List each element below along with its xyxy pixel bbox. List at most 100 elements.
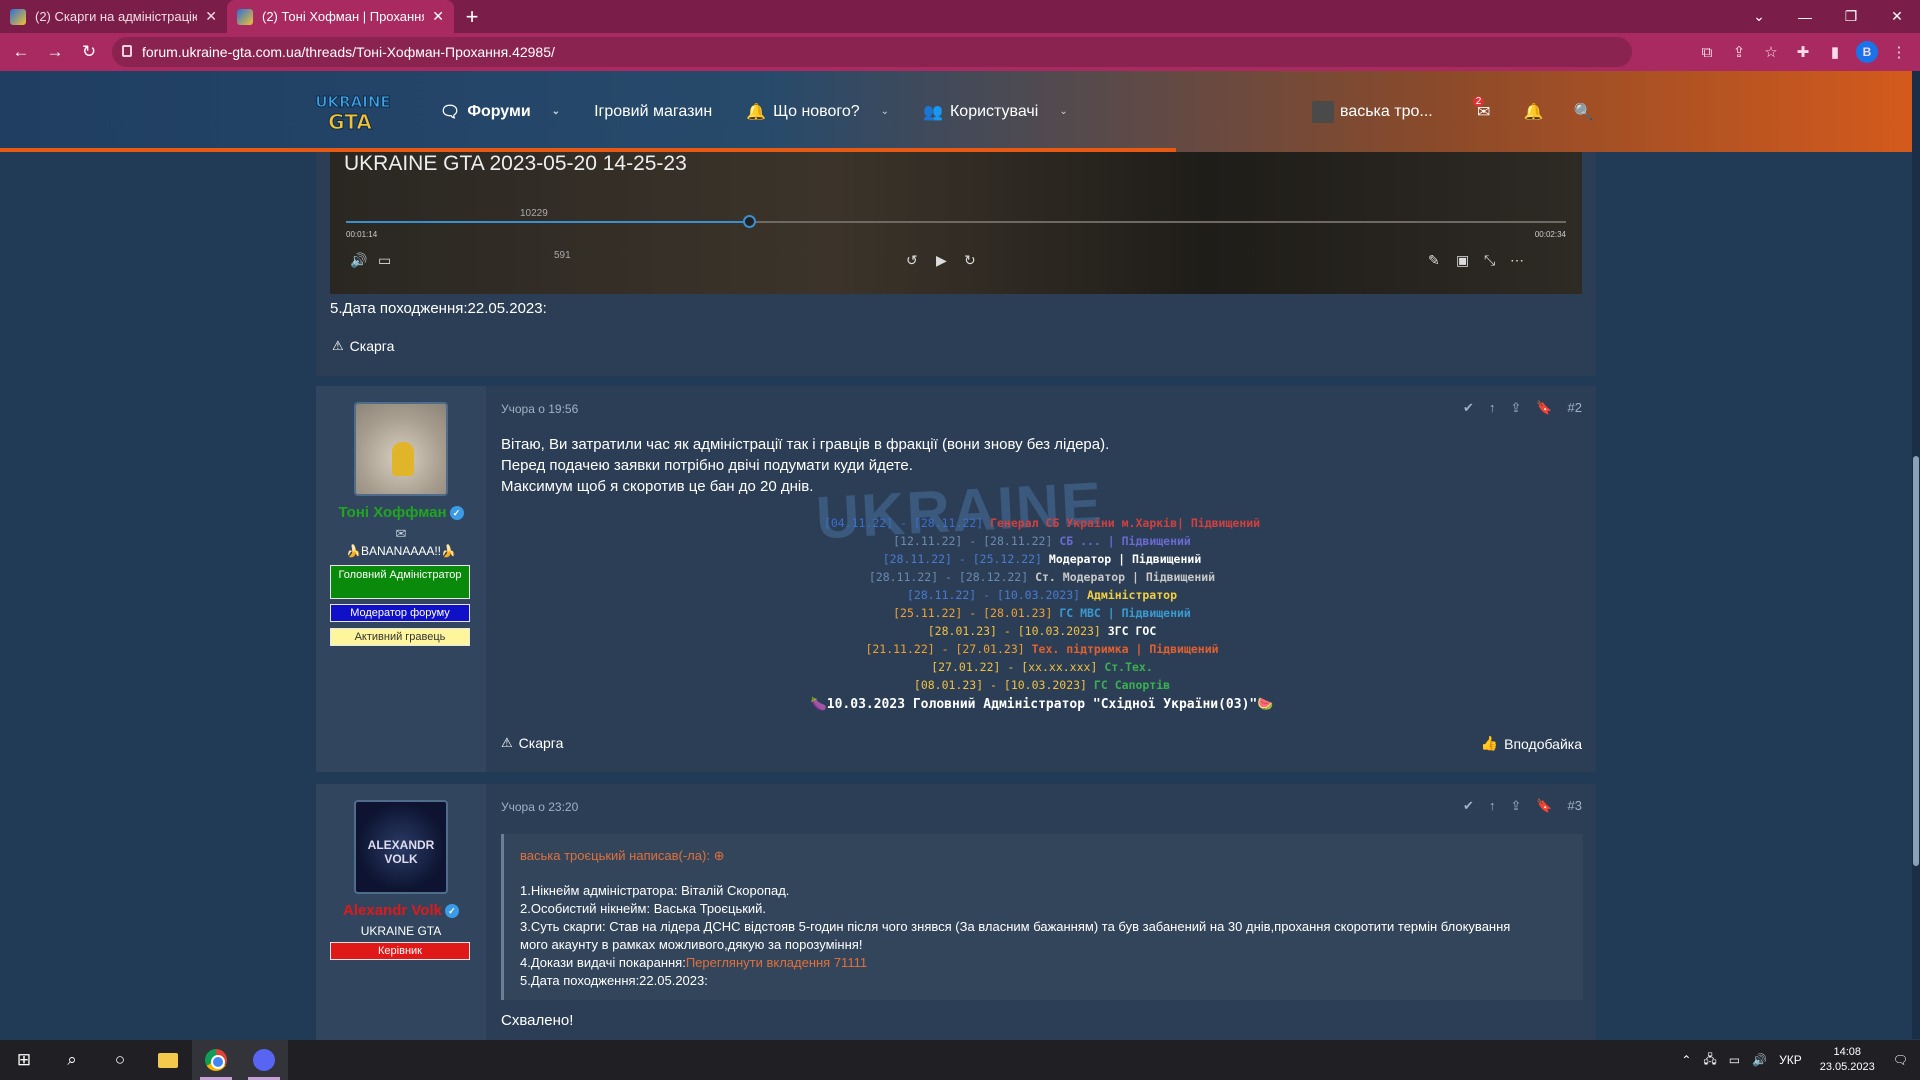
- clock[interactable]: 14:08 23.05.2023: [1820, 1045, 1875, 1075]
- chrome-taskbar-icon[interactable]: [192, 1040, 240, 1080]
- signature-dates: [28.11.22] - [25.12.22]: [882, 552, 1042, 566]
- tray-chevron-up-icon[interactable]: ⌃: [1681, 1053, 1691, 1067]
- network-icon[interactable]: 🖧: [1703, 1050, 1716, 1071]
- avatar[interactable]: ALEXANDR VOLK: [354, 800, 448, 894]
- nav-whats-new[interactable]: 🔔 Що нового? ⌄: [746, 102, 889, 122]
- warning-icon: ⚠: [501, 735, 513, 750]
- profile-avatar[interactable]: B: [1854, 37, 1880, 67]
- post-timestamp[interactable]: Учора о 23:20: [501, 800, 578, 814]
- tab-search-icon[interactable]: ⌄: [1736, 0, 1782, 33]
- close-window-button[interactable]: ✕: [1874, 0, 1920, 33]
- edit-pencil-icon[interactable]: ✎: [1428, 252, 1440, 269]
- upvote-arrow-icon[interactable]: ↑: [1489, 798, 1496, 814]
- cortana-circle-icon[interactable]: ○: [96, 1040, 144, 1080]
- like-button[interactable]: 👍 Вподобайка: [1481, 735, 1582, 752]
- captions-icon[interactable]: ▭: [378, 252, 391, 269]
- video-progress-bar[interactable]: [346, 215, 1566, 228]
- close-tab-icon[interactable]: ✕: [432, 8, 444, 25]
- video-scrubber-knob[interactable]: [742, 215, 756, 228]
- signature-line: [28.11.22] - [28.12.22] Ст. Модератор | …: [501, 568, 1583, 586]
- search-button[interactable]: 🔍: [1559, 102, 1609, 122]
- alerts-button[interactable]: 🔔: [1509, 102, 1559, 122]
- signature-role: Модератор | Підвищений: [1048, 552, 1202, 566]
- inbox-button[interactable]: 2 ✉: [1459, 95, 1509, 122]
- share-icon[interactable]: ⇪: [1510, 798, 1521, 814]
- signature-role: Ст. Модератор | Підвищений: [1035, 570, 1216, 584]
- windows-start-icon[interactable]: ⊞: [0, 1040, 48, 1080]
- volume-icon[interactable]: 🔊: [1752, 1053, 1767, 1067]
- reload-icon[interactable]: ↻: [72, 35, 106, 69]
- nav-users-label: Користувачі: [949, 102, 1039, 120]
- nav-forums[interactable]: 🗨 Форуми ⌄: [440, 102, 560, 122]
- chevron-down-icon[interactable]: ⌄: [1059, 106, 1067, 117]
- miniplayer-icon[interactable]: ▣: [1456, 252, 1469, 269]
- close-tab-icon[interactable]: ✕: [205, 8, 217, 25]
- file-explorer-icon[interactable]: [144, 1040, 192, 1080]
- share-icon[interactable]: ⇪: [1726, 37, 1752, 67]
- nav-game-store-label: Ігровий магазин: [594, 102, 713, 120]
- more-options-icon[interactable]: ⋯: [1510, 252, 1524, 269]
- post-3: ALEXANDR VOLK Alexandr Volk ✓ UKRAINE GTA…: [316, 784, 1596, 1046]
- lock-icon[interactable]: [122, 45, 132, 57]
- page-scrollbar[interactable]: [1912, 71, 1920, 1039]
- notifications-icon[interactable]: 🗨: [1893, 1053, 1908, 1067]
- post-author[interactable]: Alexandr Volk ✓: [316, 902, 486, 919]
- bookmark-icon[interactable]: 🔖: [1536, 400, 1552, 416]
- signature-highlight: 🍆10.03.2023 Головний Адміністратор "Схід…: [810, 697, 1274, 712]
- search-icon[interactable]: ⌕: [48, 1040, 96, 1080]
- scrollbar-thumb[interactable]: [1913, 456, 1919, 866]
- address-bar[interactable]: forum.ukraine-gta.com.ua/threads/Тоні-Хо…: [112, 37, 1632, 67]
- share-icon[interactable]: ⇪: [1510, 400, 1521, 416]
- jump-to-quote-icon[interactable]: ⊕: [714, 848, 725, 863]
- post-timestamp[interactable]: Учора о 19:56: [501, 402, 578, 416]
- report-link[interactable]: ⚠ Скарга: [501, 735, 563, 751]
- bookmark-star-icon[interactable]: ☆: [1758, 37, 1784, 67]
- quote-header[interactable]: васька троєцький написав(-ла): ⊕: [520, 848, 1567, 864]
- quote-proof-prefix: 4.Докази видачі покарання:: [520, 955, 686, 970]
- report-link[interactable]: ⚠ Скарга: [332, 338, 394, 354]
- role-banner-forum-moderator: Модератор форуму: [330, 604, 470, 622]
- attachment-link[interactable]: Переглянути вкладення 71111: [686, 955, 867, 970]
- nav-users[interactable]: 👥 Користувачі ⌄: [923, 102, 1068, 122]
- video-player[interactable]: UKRAINE GTA 2023-05-20 14-25-23 00:01:14…: [330, 152, 1582, 294]
- rewind-icon[interactable]: ↺: [906, 252, 918, 269]
- nav-game-store[interactable]: Ігровий магазин: [594, 103, 712, 121]
- translate-icon[interactable]: ⧉: [1694, 37, 1720, 67]
- back-arrow-icon[interactable]: ←: [4, 35, 38, 69]
- play-icon[interactable]: ▶: [936, 252, 947, 269]
- discord-taskbar-icon[interactable]: [240, 1040, 288, 1080]
- extensions-icon[interactable]: ✚: [1790, 37, 1816, 67]
- post-author[interactable]: Тоні Хоффман ✓: [316, 504, 486, 521]
- moderation-check-icon[interactable]: ✔: [1463, 798, 1474, 814]
- account-menu[interactable]: васька тро...: [1312, 100, 1433, 123]
- minimize-button[interactable]: —: [1782, 0, 1828, 33]
- signature-dates: [28.11.22] - [28.12.22]: [868, 570, 1029, 584]
- post-number[interactable]: #2: [1568, 400, 1582, 416]
- chevron-down-icon[interactable]: ⌄: [881, 106, 889, 117]
- battery-icon[interactable]: ▭: [1729, 1053, 1740, 1067]
- signature-line: [28.11.22] - [10.03.2023] Адміністратор: [501, 586, 1583, 604]
- system-tray: ⌃ 🖧 ▭ 🔊 УКР 14:08 23.05.2023 🗨: [1681, 1040, 1920, 1080]
- moderation-check-icon[interactable]: ✔: [1463, 400, 1474, 416]
- side-panel-icon[interactable]: ▮: [1822, 37, 1848, 67]
- ukraine-gta-logo[interactable]: UKRAINE GTA: [310, 87, 396, 135]
- browser-tab-1[interactable]: (2) Скарги на адміністрацію | U ✕: [0, 0, 227, 33]
- browser-tab-2[interactable]: (2) Тоні Хофман | Прохання! | U ✕: [227, 0, 454, 33]
- menu-kebab-icon[interactable]: ⋮: [1886, 37, 1912, 67]
- upvote-arrow-icon[interactable]: ↑: [1489, 400, 1496, 416]
- forward-arrow-icon[interactable]: →: [38, 35, 72, 69]
- chevron-down-icon[interactable]: ⌄: [552, 106, 560, 117]
- volume-icon[interactable]: 🔊: [350, 252, 367, 269]
- browser-tab-strip: (2) Скарги на адміністрацію | U ✕ (2) То…: [0, 0, 1920, 33]
- new-tab-button[interactable]: +: [454, 0, 490, 33]
- bookmark-icon[interactable]: 🔖: [1536, 798, 1552, 814]
- collapse-icon[interactable]: ⤡: [1484, 252, 1495, 269]
- restore-button[interactable]: ❐: [1828, 0, 1874, 33]
- avatar[interactable]: [354, 402, 448, 496]
- users-icon: 👥: [923, 103, 943, 121]
- language-indicator[interactable]: УКР: [1779, 1053, 1802, 1067]
- post-number[interactable]: #3: [1568, 798, 1582, 814]
- envelope-icon[interactable]: ✉: [316, 526, 486, 542]
- custom-title: 🍌BANANAAAA!!🍌: [346, 544, 456, 558]
- forward-icon[interactable]: ↻: [964, 252, 976, 269]
